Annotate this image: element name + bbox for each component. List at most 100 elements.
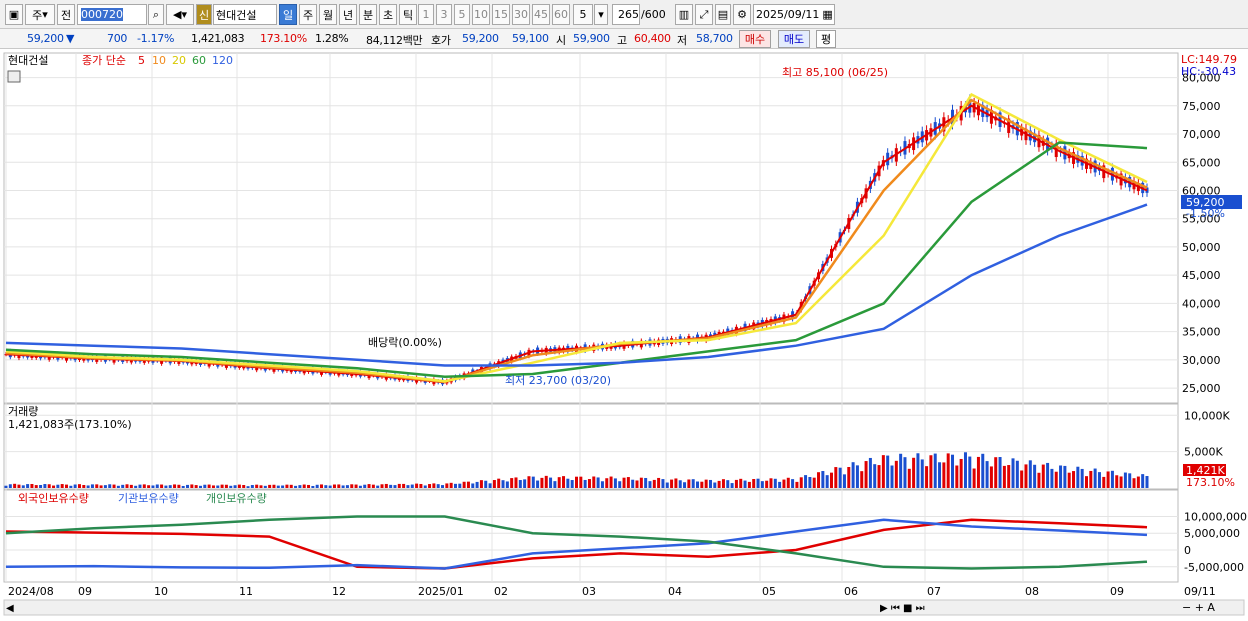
volume-bar bbox=[471, 483, 475, 488]
stock-chart[interactable]: 80,00075,00070,00065,00060,00055,00050,0… bbox=[0, 50, 1248, 621]
interval-60[interactable]: 60 bbox=[552, 4, 570, 25]
volume-bar bbox=[419, 483, 423, 488]
volume-bar bbox=[211, 485, 215, 488]
scroll-right-icon[interactable]: ▶ ⏮ ■ ⏭ bbox=[880, 603, 925, 614]
volume-bar bbox=[121, 484, 125, 488]
volume-bar bbox=[907, 468, 911, 488]
count-select[interactable]: 5 bbox=[573, 4, 593, 25]
period-6[interactable]: 틱 bbox=[399, 4, 417, 25]
view-count-input[interactable]: 265 bbox=[612, 4, 640, 25]
calendar-icon[interactable]: ▦ bbox=[822, 8, 832, 21]
volume-bar bbox=[976, 456, 980, 488]
period-0[interactable]: 일 bbox=[279, 4, 297, 25]
scroll-left-icon[interactable]: ◀ bbox=[6, 603, 14, 614]
period-4[interactable]: 분 bbox=[359, 4, 377, 25]
interval-10[interactable]: 10 bbox=[472, 4, 490, 25]
volume-bar bbox=[73, 484, 77, 488]
interval-45[interactable]: 45 bbox=[532, 4, 550, 25]
volume-bar bbox=[959, 458, 963, 488]
eval-button[interactable]: 평 bbox=[816, 30, 836, 48]
volume-bar bbox=[479, 480, 483, 488]
date-input[interactable]: 2025/09/11 ▦ bbox=[753, 4, 835, 25]
volume-bar bbox=[708, 479, 712, 488]
month-label: 2024/08 bbox=[8, 585, 54, 598]
volume-bar bbox=[466, 481, 470, 488]
volume-bar bbox=[994, 457, 998, 488]
volume-bar bbox=[272, 484, 276, 488]
volume-bar bbox=[207, 484, 211, 488]
table-toggle-icon[interactable] bbox=[7, 70, 21, 83]
volume-bar bbox=[108, 484, 112, 488]
volume-bar bbox=[583, 479, 587, 488]
legend-ma60: 60 bbox=[192, 54, 206, 67]
candle-icon[interactable]: ▥ bbox=[675, 4, 693, 25]
window-menu-icon[interactable]: ▣ bbox=[5, 4, 23, 25]
volume-bar bbox=[155, 484, 159, 488]
volume-bar bbox=[791, 479, 795, 488]
volume-bar bbox=[453, 483, 457, 488]
volume-bar bbox=[613, 478, 617, 488]
period-3[interactable]: 년 bbox=[339, 4, 357, 25]
interval-15[interactable]: 15 bbox=[492, 4, 510, 25]
month-label: 07 bbox=[927, 585, 941, 598]
volume-bar bbox=[1106, 471, 1110, 488]
draw-icon[interactable]: ⤢ bbox=[695, 4, 713, 25]
volume-bar bbox=[925, 466, 929, 488]
volume-bar bbox=[497, 478, 501, 488]
code-input[interactable]: 000720 bbox=[77, 4, 147, 25]
volume-bar bbox=[415, 483, 419, 488]
volume-bar bbox=[402, 483, 406, 488]
volume-bar bbox=[203, 484, 207, 488]
volume-bar bbox=[842, 474, 846, 488]
period-2[interactable]: 월 bbox=[319, 4, 337, 25]
volume-bar bbox=[220, 484, 224, 488]
hc-value: HC:-30.43 bbox=[1181, 65, 1236, 78]
volume-bar bbox=[704, 479, 708, 488]
prev-button[interactable]: 전 bbox=[57, 4, 75, 25]
interval-3[interactable]: 3 bbox=[436, 4, 452, 25]
volume-bar bbox=[881, 455, 885, 488]
search-icon[interactable]: ⌕ bbox=[148, 4, 164, 25]
period-1[interactable]: 주 bbox=[299, 4, 317, 25]
volume-bar bbox=[294, 485, 298, 488]
volume-bar bbox=[328, 485, 332, 488]
speaker-icon[interactable]: ◀▾ bbox=[166, 4, 194, 25]
flow-tick: 5,000,000 bbox=[1184, 527, 1240, 540]
volume-bar bbox=[989, 466, 993, 488]
volume-bar bbox=[77, 484, 81, 488]
trade-amount: 84,112백만 bbox=[366, 34, 423, 47]
interval-5[interactable]: 5 bbox=[454, 4, 470, 25]
volume-bar bbox=[864, 461, 868, 488]
zoom-controls[interactable]: − + A bbox=[1182, 601, 1215, 614]
volume-bar bbox=[600, 481, 604, 488]
scrollbar[interactable] bbox=[3, 599, 1245, 616]
gear-icon[interactable]: ⚙ bbox=[733, 4, 751, 25]
volume-bar bbox=[8, 484, 12, 488]
sell-button[interactable]: 매도 bbox=[778, 30, 810, 48]
volume-bar bbox=[1033, 464, 1037, 488]
volume-bar bbox=[756, 478, 760, 488]
volume-bar bbox=[501, 480, 505, 488]
low-annotation: 최저 23,700 (03/20) bbox=[505, 374, 611, 387]
volume-bar bbox=[514, 477, 518, 488]
period-5[interactable]: 초 bbox=[379, 4, 397, 25]
volume-bar bbox=[1024, 464, 1028, 488]
volume-bar bbox=[717, 480, 721, 488]
save-icon[interactable]: ▤ bbox=[715, 4, 731, 25]
interval-1[interactable]: 1 bbox=[418, 4, 434, 25]
volume-bar bbox=[462, 481, 466, 488]
mode-select[interactable]: 주 ▾ bbox=[25, 4, 55, 25]
volume-bar bbox=[795, 481, 799, 488]
volume-bar bbox=[587, 479, 591, 488]
volume-bar bbox=[1028, 460, 1032, 488]
buy-button[interactable]: 매수 bbox=[739, 30, 771, 48]
volume-bar bbox=[246, 486, 250, 488]
volume-bar bbox=[1015, 460, 1019, 488]
volume-bar bbox=[449, 482, 453, 488]
chevron-down-icon[interactable]: ▾ bbox=[594, 4, 608, 25]
stock-name[interactable]: 현대건설 bbox=[213, 4, 277, 25]
volume-bar bbox=[1110, 470, 1114, 488]
volume-bar bbox=[851, 462, 855, 488]
volume-bar bbox=[358, 485, 362, 488]
interval-30[interactable]: 30 bbox=[512, 4, 530, 25]
